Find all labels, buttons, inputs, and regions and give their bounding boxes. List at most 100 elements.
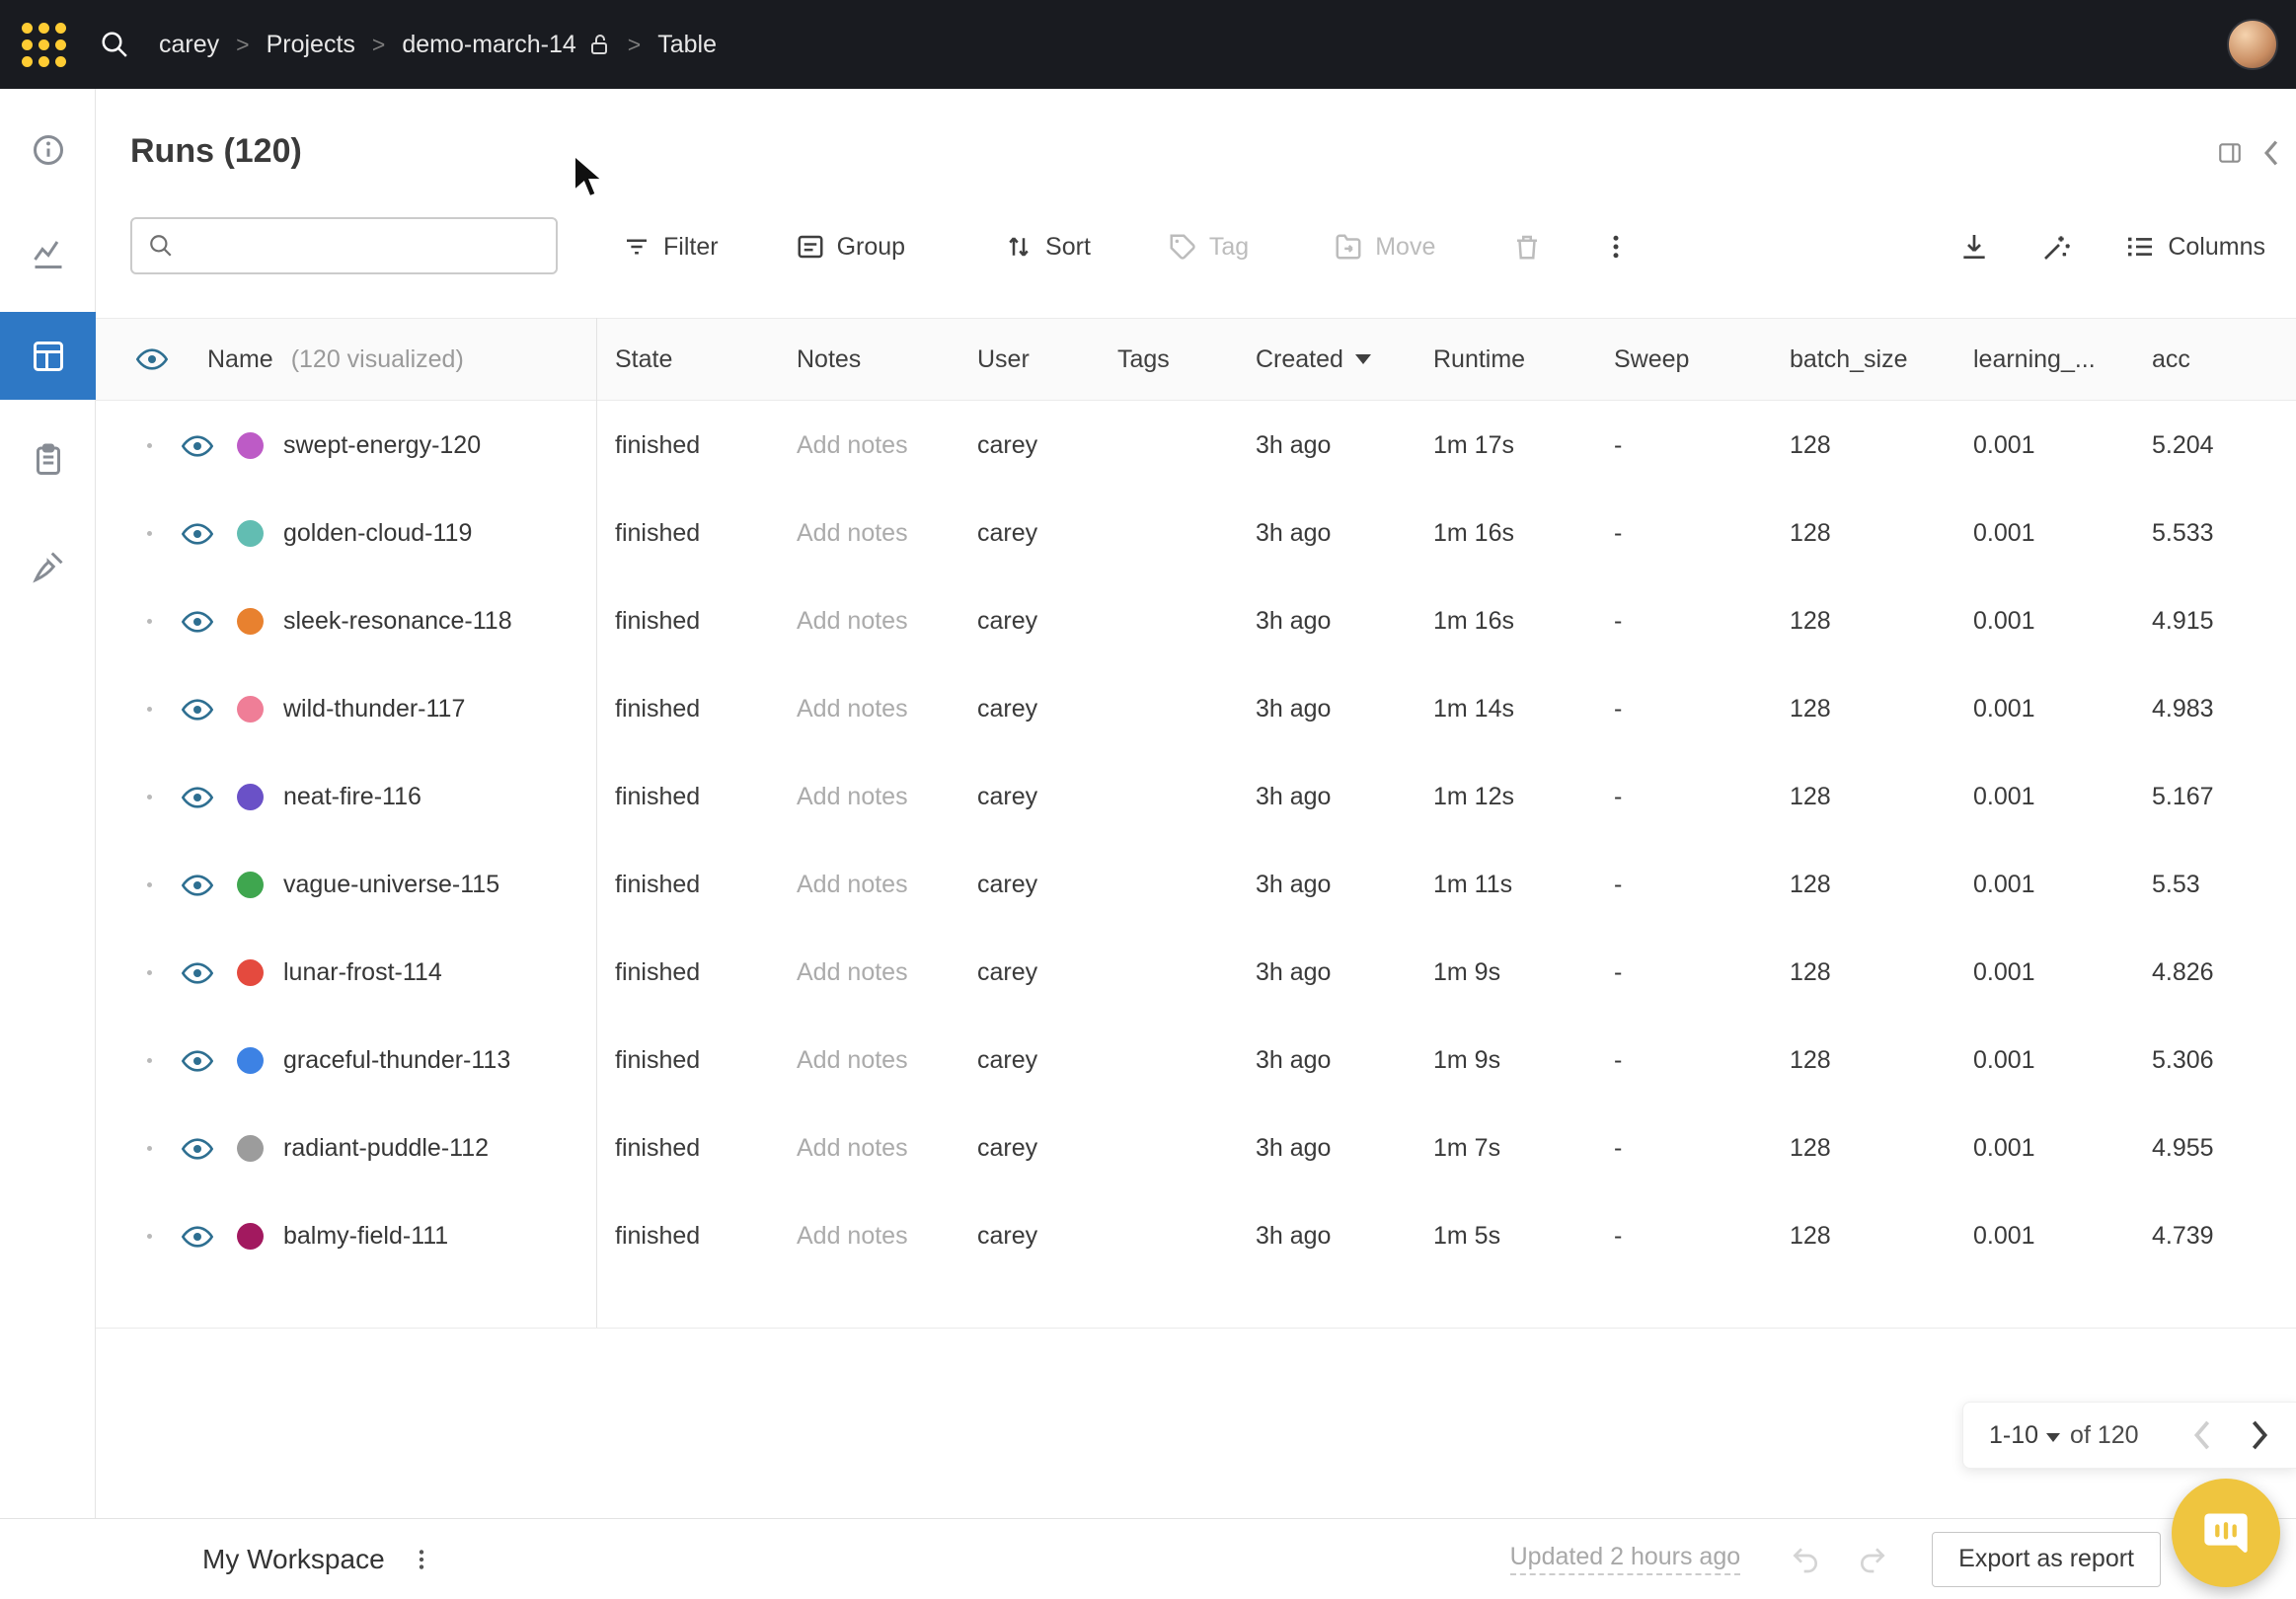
run-name[interactable]: sleek-resonance-118 xyxy=(283,607,512,636)
table-row[interactable]: lunar-frost-114 finished Add notes carey… xyxy=(96,929,2296,1017)
updated-status[interactable]: Updated 2 hours ago xyxy=(1510,1543,1741,1575)
drag-handle[interactable] xyxy=(147,1058,152,1063)
visibility-eye-icon[interactable] xyxy=(182,434,213,458)
collapse-chevron-icon[interactable] xyxy=(2262,140,2280,166)
breadcrumb-page[interactable]: Table xyxy=(657,31,717,59)
export-report-button[interactable]: Export as report xyxy=(1932,1532,2161,1587)
table-row[interactable]: vague-universe-115 finished Add notes ca… xyxy=(96,841,2296,929)
notes-cell[interactable]: Add notes xyxy=(778,1017,958,1104)
undo-icon[interactable] xyxy=(1790,1544,1821,1575)
sidebar-item-table[interactable] xyxy=(0,312,96,400)
drag-handle[interactable] xyxy=(147,531,152,536)
visibility-eye-icon[interactable] xyxy=(182,874,213,897)
created-cell: 3h ago xyxy=(1237,753,1415,841)
workspace-label[interactable]: My Workspace xyxy=(202,1544,385,1575)
notes-cell[interactable]: Add notes xyxy=(778,1104,958,1192)
table-row[interactable]: wild-thunder-117 finished Add notes care… xyxy=(96,665,2296,753)
magic-wand-button[interactable] xyxy=(2041,231,2073,263)
notes-cell[interactable]: Add notes xyxy=(778,665,958,753)
visibility-eye-icon[interactable] xyxy=(182,1225,213,1249)
group-button[interactable]: Group xyxy=(796,232,905,262)
visibility-eye-icon[interactable] xyxy=(182,786,213,809)
header-tags[interactable]: Tags xyxy=(1099,319,1237,400)
drag-handle[interactable] xyxy=(147,795,152,800)
download-button[interactable] xyxy=(1958,231,1990,263)
notes-cell[interactable]: Add notes xyxy=(778,402,958,490)
run-name[interactable]: vague-universe-115 xyxy=(283,871,499,899)
more-actions-button[interactable] xyxy=(1601,232,1631,262)
drag-handle[interactable] xyxy=(147,443,152,448)
panel-layout-icon[interactable] xyxy=(2217,140,2243,166)
run-name[interactable]: neat-fire-116 xyxy=(283,783,421,811)
chat-launcher-button[interactable] xyxy=(2172,1479,2280,1587)
next-page-icon[interactable] xyxy=(2249,1420,2270,1450)
runs-search-input[interactable] xyxy=(186,222,556,270)
header-user[interactable]: User xyxy=(958,319,1099,400)
visibility-eye-icon[interactable] xyxy=(182,1049,213,1073)
avatar[interactable] xyxy=(2227,19,2278,70)
global-search-icon[interactable] xyxy=(100,30,129,59)
prev-page-icon[interactable] xyxy=(2191,1420,2213,1450)
visibility-eye-icon[interactable] xyxy=(182,698,213,722)
filter-button[interactable]: Filter xyxy=(622,232,719,262)
page-size-caret-icon[interactable] xyxy=(2046,1433,2060,1442)
drag-handle[interactable] xyxy=(147,619,152,624)
header-name-label[interactable]: Name xyxy=(207,345,273,374)
sidebar-item-logs[interactable] xyxy=(0,416,96,503)
drag-handle[interactable] xyxy=(147,1234,152,1239)
notes-cell[interactable]: Add notes xyxy=(778,577,958,665)
table-row[interactable]: graceful-thunder-113 finished Add notes … xyxy=(96,1017,2296,1104)
column-divider[interactable] xyxy=(596,318,597,1328)
drag-handle[interactable] xyxy=(147,707,152,712)
notes-cell[interactable]: Add notes xyxy=(778,841,958,929)
run-name[interactable]: balmy-field-111 xyxy=(283,1222,448,1251)
wandb-logo-icon[interactable] xyxy=(22,23,66,67)
drag-handle[interactable] xyxy=(147,970,152,975)
table-row[interactable]: balmy-field-111 finished Add notes carey… xyxy=(96,1192,2296,1280)
visibility-eye-icon[interactable] xyxy=(182,610,213,634)
visibility-eye-icon[interactable] xyxy=(182,522,213,546)
table-row[interactable]: radiant-puddle-112 finished Add notes ca… xyxy=(96,1104,2296,1192)
drag-handle[interactable] xyxy=(147,1146,152,1151)
header-learning-rate[interactable]: learning_... xyxy=(1954,319,2133,400)
breadcrumb-projects[interactable]: Projects xyxy=(267,31,355,59)
visibility-eye-icon[interactable] xyxy=(136,347,168,371)
sidebar-item-overview[interactable] xyxy=(0,106,96,193)
visibility-eye-icon[interactable] xyxy=(182,961,213,985)
notes-cell[interactable]: Add notes xyxy=(778,753,958,841)
notes-cell[interactable]: Add notes xyxy=(778,929,958,1017)
sidebar-item-charts[interactable] xyxy=(0,209,96,297)
breadcrumb-project[interactable]: demo-march-14 xyxy=(402,31,575,59)
run-name[interactable]: swept-energy-120 xyxy=(283,431,481,460)
run-name[interactable]: golden-cloud-119 xyxy=(283,519,472,548)
breadcrumb-user[interactable]: carey xyxy=(159,31,219,59)
table-row[interactable]: swept-energy-120 finished Add notes care… xyxy=(96,402,2296,490)
table-row[interactable]: golden-cloud-119 finished Add notes care… xyxy=(96,490,2296,577)
visibility-eye-icon[interactable] xyxy=(182,1137,213,1161)
redo-icon[interactable] xyxy=(1857,1544,1888,1575)
columns-button[interactable]: Columns xyxy=(2124,231,2265,263)
table-row[interactable]: neat-fire-116 finished Add notes carey 3… xyxy=(96,753,2296,841)
run-name[interactable]: radiant-puddle-112 xyxy=(283,1134,489,1163)
header-batch-size[interactable]: batch_size xyxy=(1771,319,1954,400)
page-range[interactable]: 1-10 xyxy=(1989,1421,2038,1450)
run-name[interactable]: wild-thunder-117 xyxy=(283,695,465,723)
notes-cell[interactable]: Add notes xyxy=(778,1192,958,1280)
header-sweep[interactable]: Sweep xyxy=(1595,319,1771,400)
run-name[interactable]: lunar-frost-114 xyxy=(283,958,442,987)
unlock-icon[interactable] xyxy=(587,32,611,57)
run-name-cell: lunar-frost-114 xyxy=(96,929,596,1017)
sidebar-item-sweeps[interactable] xyxy=(0,522,96,610)
drag-handle[interactable] xyxy=(147,882,152,887)
created-cell: 3h ago xyxy=(1237,1104,1415,1192)
sort-button[interactable]: Sort xyxy=(1004,232,1091,262)
notes-cell[interactable]: Add notes xyxy=(778,490,958,577)
run-name[interactable]: graceful-thunder-113 xyxy=(283,1046,510,1075)
workspace-menu-icon[interactable] xyxy=(409,1547,434,1572)
table-row[interactable]: sleek-resonance-118 finished Add notes c… xyxy=(96,577,2296,665)
header-created[interactable]: Created xyxy=(1237,319,1415,400)
header-notes[interactable]: Notes xyxy=(778,319,958,400)
header-state[interactable]: State xyxy=(596,319,778,400)
header-runtime[interactable]: Runtime xyxy=(1415,319,1595,400)
header-acc[interactable]: acc xyxy=(2133,319,2296,400)
